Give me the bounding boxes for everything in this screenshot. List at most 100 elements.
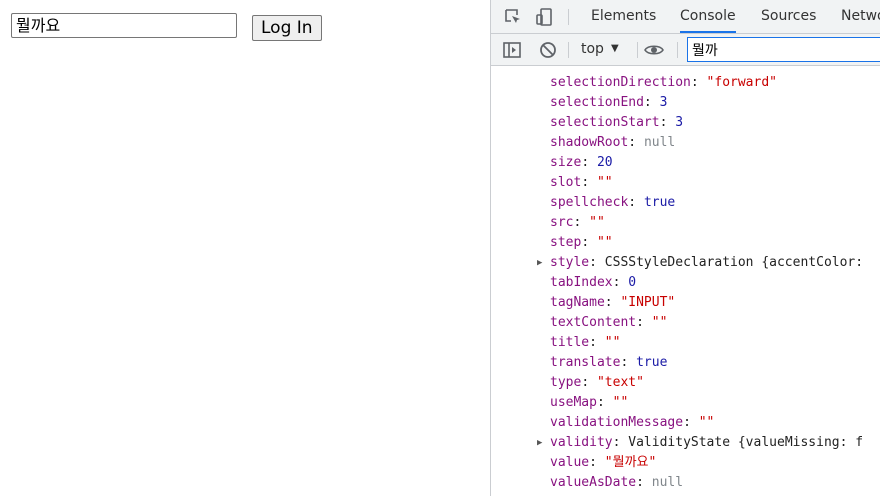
clear-console-icon[interactable] (538, 40, 558, 60)
property-key: selectionEnd (550, 95, 644, 110)
property-value: null (643, 135, 676, 150)
property-value: "뭘까요" (604, 455, 657, 470)
property-key: selectionDirection (550, 75, 691, 90)
tab-network[interactable]: Netwo (841, 0, 880, 33)
console-property-row[interactable]: ▶ validity: ValidityState {valueMissing: … (537, 433, 864, 453)
property-separator: : (612, 275, 629, 290)
sidebar-icon[interactable] (502, 40, 522, 60)
property-key: tagName (550, 295, 605, 310)
chevron-down-icon[interactable]: ▼ (611, 43, 619, 54)
property-separator: : (581, 175, 597, 190)
property-value: "" (596, 235, 613, 250)
property-value: "" (698, 415, 715, 430)
property-value: ValidityState {valueMissing: f (628, 435, 864, 450)
property-separator: : (604, 295, 621, 310)
console-property-row: step: "" (550, 233, 613, 253)
property-key: textContent (550, 315, 637, 330)
property-separator: : (628, 135, 644, 150)
property-key: src (550, 215, 574, 230)
property-separator: : (636, 475, 652, 490)
inspect-icon[interactable] (503, 7, 523, 27)
console-property-row: selectionEnd: 3 (550, 93, 667, 113)
tab-console[interactable]: Console (680, 0, 736, 33)
console-property-row: size: 20 (550, 153, 613, 173)
property-value: true (636, 355, 668, 370)
property-value: "text" (596, 375, 644, 390)
property-value: 20 (596, 155, 613, 170)
property-separator: : (581, 375, 597, 390)
property-separator: : (581, 155, 597, 170)
property-separator: : (596, 395, 613, 410)
property-value: "" (596, 175, 613, 190)
property-key: shadowRoot (550, 135, 629, 150)
toolbar-divider (568, 9, 569, 25)
expand-triangle-icon[interactable]: ▶ (537, 433, 542, 453)
console-property-row: spellcheck: true (550, 193, 675, 213)
property-key: validationMessage (550, 415, 684, 430)
web-page: 뭘까요 Log In (0, 0, 490, 496)
console-property-row: src: "" (550, 213, 605, 233)
property-separator: : (636, 315, 652, 330)
console-property-row: valueAsDate: null (550, 473, 683, 493)
property-value: 0 (628, 275, 637, 290)
property-key: translate (550, 355, 621, 370)
property-key: value (550, 455, 590, 470)
property-value: 3 (659, 95, 668, 110)
console-property-row: tagName: "INPUT" (550, 293, 675, 313)
property-separator: : (643, 95, 660, 110)
property-value: "INPUT" (620, 295, 676, 310)
tab-elements[interactable]: Elements (591, 0, 656, 33)
eye-icon[interactable] (644, 40, 664, 60)
console-property-row[interactable]: ▶ style: CSSStyleDeclaration {accentColor… (537, 253, 864, 273)
property-separator: : (612, 435, 629, 450)
property-value: null (651, 475, 684, 490)
property-value: CSSStyleDeclaration {accentColor: (604, 255, 864, 270)
property-value: 3 (675, 115, 684, 130)
toolbar-divider (568, 42, 569, 58)
text-input[interactable]: 뭘까요 (11, 13, 237, 38)
property-separator: : (581, 235, 597, 250)
property-value: true (643, 195, 676, 210)
toolbar-divider (637, 42, 638, 58)
property-key: title (550, 335, 590, 350)
property-value: "" (604, 335, 621, 350)
console-property-row: tabIndex: 0 (550, 273, 636, 293)
property-separator: : (589, 335, 605, 350)
tab-sources[interactable]: Sources (761, 0, 816, 33)
devtools-tabbar: Elements Console Sources Netwo (491, 0, 880, 34)
property-key: useMap (550, 395, 597, 410)
property-key: tabIndex (550, 275, 613, 290)
property-value: "" (589, 215, 605, 230)
console-property-row: translate: true (550, 353, 667, 373)
property-key: validity (550, 435, 613, 450)
console-property-row: selectionDirection: "forward" (550, 73, 777, 93)
console-property-row: value: "뭘까요" (550, 453, 656, 473)
property-separator: : (683, 415, 699, 430)
property-key: size (550, 155, 582, 170)
property-key: type (550, 375, 582, 390)
property-separator: : (589, 455, 605, 470)
login-button[interactable]: Log In (252, 15, 322, 41)
property-key: slot (550, 175, 582, 190)
console-output[interactable]: selectionDirection: "forward" selectionEn… (491, 66, 880, 496)
property-separator: : (620, 355, 637, 370)
property-separator: : (573, 215, 590, 230)
property-key: style (550, 255, 590, 270)
console-property-row: textContent: "" (550, 313, 667, 333)
devtools-panel: Elements Console Sources Netwo top ▼ 뭘까 … (490, 0, 880, 496)
console-property-row: validationMessage: "" (550, 413, 714, 433)
toolbar-divider (677, 42, 678, 58)
property-value: "forward" (706, 75, 777, 90)
device-toggle-icon[interactable] (535, 7, 555, 27)
property-key: step (550, 235, 582, 250)
console-property-row: title: "" (550, 333, 620, 353)
expand-triangle-icon[interactable]: ▶ (537, 253, 542, 273)
property-separator: : (628, 195, 644, 210)
filter-input[interactable]: 뭘까 (687, 37, 880, 62)
property-separator: : (589, 255, 605, 270)
context-selector[interactable]: top (581, 41, 604, 57)
console-property-row: useMap: "" (550, 393, 628, 413)
console-toolbar: top ▼ 뭘까 (491, 34, 880, 66)
property-separator: : (659, 115, 676, 130)
property-value: "" (651, 315, 668, 330)
